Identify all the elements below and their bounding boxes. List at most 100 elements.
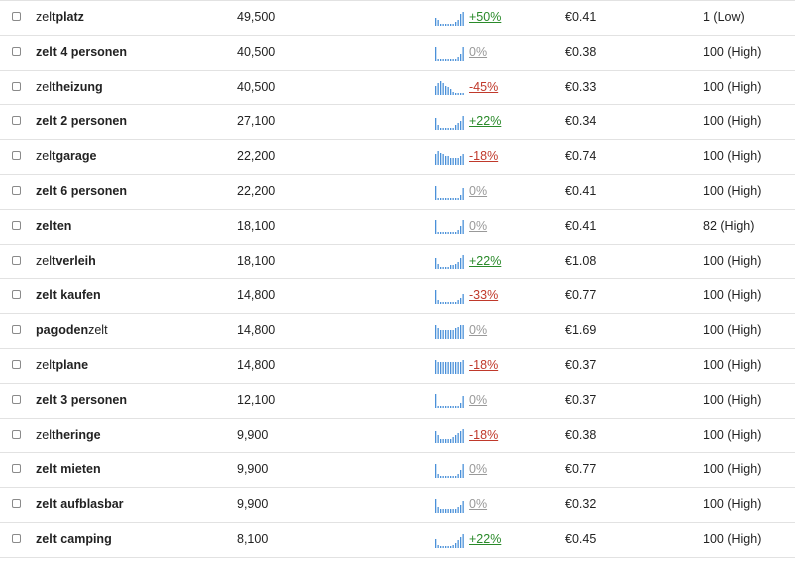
row-checkbox[interactable] [12,499,21,509]
trend-change-link[interactable]: 0% [469,323,487,337]
sparkline-bar [460,324,462,339]
competition-value: 100 (High) [703,531,762,546]
search-volume: 40,500 [237,44,276,59]
keyword-cell: zelt 6 personen [36,175,127,209]
row-checkbox[interactable] [12,151,21,161]
sparkline-bar [457,300,459,305]
keyword-cell: zelt 4 personen [36,36,127,70]
row-checkbox[interactable] [12,429,21,439]
keyword-segment: zelt [36,79,56,94]
row-checkbox[interactable] [12,394,21,404]
trend-sparkline [435,497,465,513]
row-checkbox[interactable] [12,533,21,543]
row-checkbox[interactable] [12,325,21,335]
row-checkbox[interactable] [12,220,21,230]
trend-sparkline [435,288,465,305]
sparkline-bar [437,506,439,513]
sparkline-bar [437,150,439,165]
row-checkbox[interactable] [12,12,21,21]
cpc-value: €0.37 [565,392,597,407]
table-row: zeltheizung 40,500 -45% €0.33 100 (High) [0,71,795,106]
sparkline-bar [442,508,444,513]
trend-change-link[interactable]: 0% [469,393,487,407]
sparkline-bar [447,267,449,270]
sparkline-bar [450,439,452,444]
sparkline-bar [462,220,464,235]
trend-change-link[interactable]: +50% [469,10,501,24]
trend-cell: -18% [435,349,498,383]
trend-cell: +22% [435,105,501,139]
keyword-segment: verleih [55,253,96,268]
competition-value: 100 (High) [703,79,762,94]
sparkline-bar [440,267,442,270]
sparkline-bar [442,83,444,96]
sparkline-bar [455,232,457,235]
sparkline-bar [445,155,447,165]
sparkline-bar [445,23,447,26]
sparkline-bar [447,128,449,131]
trend-change-link[interactable]: -45% [469,80,498,94]
trend-change-link[interactable]: 0% [469,219,487,233]
trend-change-link[interactable]: -18% [469,149,498,163]
table-row: zelt aufblasbar 9,900 0% €0.32 100 (High) [0,488,795,523]
sparkline-bar [447,302,449,305]
sparkline-bar [435,185,437,200]
trend-change-link[interactable]: -33% [469,288,498,302]
sparkline-bar [435,431,437,444]
sparkline-bar [455,361,457,374]
keyword-segment: zelt [36,427,56,442]
trend-cell: -45% [435,71,498,105]
trend-cell: -18% [435,140,498,174]
trend-change-link[interactable]: -18% [469,428,498,442]
trend-change-link[interactable]: +22% [469,114,501,128]
cpc-value: €0.33 [565,79,597,94]
sparkline-bar [450,58,452,61]
sparkline-bar [435,538,437,548]
keyword-cell: zelt kaufen [36,279,101,313]
table-row: zeltplane 14,800 -18% €0.37 100 (High) [0,349,795,384]
trend-change-link[interactable]: 0% [469,497,487,511]
sparkline-bar [452,197,454,200]
search-volume: 14,800 [237,323,276,338]
trend-change-link[interactable]: +22% [469,532,501,546]
sparkline-bar [455,542,457,548]
competition-value: 100 (High) [703,114,762,129]
keyword-cell: zelt aufblasbar [36,488,124,522]
row-checkbox[interactable] [12,46,21,56]
trend-change-link[interactable]: -18% [469,358,498,372]
sparkline-bar [457,433,459,444]
sparkline-bar [440,329,442,339]
table-row: zeltgarage 22,200 -18% €0.74 100 (High) [0,140,795,175]
row-checkbox[interactable] [12,255,21,265]
row-checkbox[interactable] [12,290,21,300]
sparkline-bar [462,294,464,305]
sparkline-bar [460,431,462,444]
sparkline-bar [452,128,454,131]
sparkline-bar [437,544,439,548]
row-checkbox[interactable] [12,185,21,195]
sparkline-bar [462,187,464,200]
trend-change-link[interactable]: 0% [469,45,487,59]
competition-value: 100 (High) [703,44,762,59]
sparkline-bar [445,329,447,339]
sparkline-bar [447,155,449,165]
sparkline-bar [462,429,464,444]
trend-change-link[interactable]: +22% [469,254,501,268]
row-checkbox[interactable] [12,464,21,474]
sparkline-bar [440,152,442,165]
cpc-value: €0.77 [565,462,597,477]
trend-sparkline [435,184,465,200]
trend-cell: +22% [435,523,501,557]
row-checkbox[interactable] [12,81,21,91]
table-row: zelt 6 personen 22,200 0% €0.41 100 (High) [0,175,795,210]
trend-change-link[interactable]: 0% [469,462,487,476]
competition-value: 100 (High) [703,357,762,372]
keyword-segment: zelt kaufen [36,288,101,303]
sparkline-bar [445,302,447,305]
sparkline-bar [460,403,462,409]
row-checkbox[interactable] [12,116,21,126]
row-checkbox[interactable] [12,359,21,369]
sparkline-bar [450,329,452,339]
sparkline-bar [445,476,447,479]
trend-change-link[interactable]: 0% [469,184,487,198]
